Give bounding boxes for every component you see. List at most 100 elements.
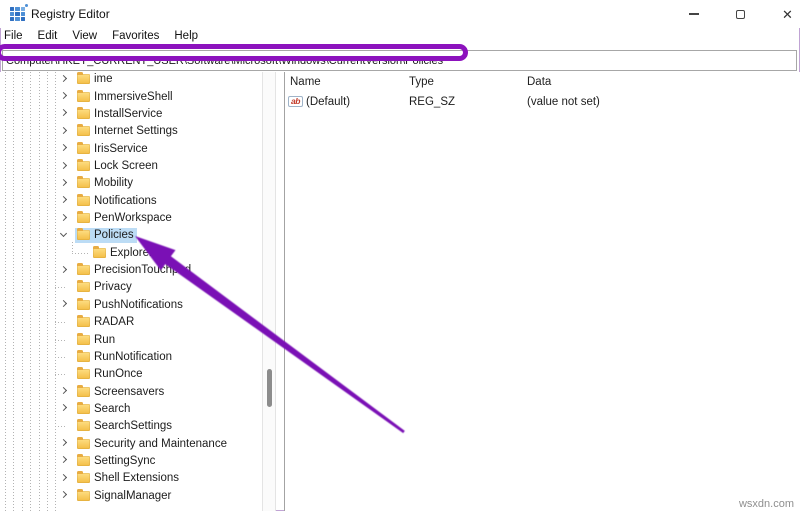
chevron-right-icon[interactable] xyxy=(59,300,68,308)
tree-item-content[interactable]: Lock Screen xyxy=(75,158,161,173)
tree-item-label: SignalManager xyxy=(94,489,172,502)
tree-item-run[interactable]: Run xyxy=(0,331,262,348)
tree-item-ime[interactable]: ime xyxy=(0,72,262,88)
chevron-right-icon[interactable] xyxy=(59,109,68,117)
chevron-right-icon[interactable] xyxy=(59,473,68,481)
tree-item-penworkspace[interactable]: PenWorkspace xyxy=(0,209,262,226)
tree-scrollbar-track[interactable] xyxy=(262,72,276,511)
tree-item-content[interactable]: Security and Maintenance xyxy=(75,436,230,451)
tree-item-content[interactable]: PenWorkspace xyxy=(75,210,175,225)
folder-icon xyxy=(77,106,90,119)
tree-item-label: Search xyxy=(94,402,131,415)
tree-item-explorer[interactable]: Explorer xyxy=(0,242,262,261)
folder-icon xyxy=(77,176,90,189)
tree-connector-line xyxy=(55,322,65,324)
chevron-right-icon[interactable] xyxy=(59,456,68,464)
tree-item-internet-settings[interactable]: Internet Settings xyxy=(0,123,262,140)
tree-item-shell-extensions[interactable]: Shell Extensions xyxy=(0,470,262,487)
tree-item-privacy[interactable]: Privacy xyxy=(0,279,262,296)
maximize-button[interactable] xyxy=(717,0,764,28)
minimize-button[interactable] xyxy=(670,0,717,28)
chevron-right-icon[interactable] xyxy=(59,265,68,273)
tree-item-content[interactable]: Search xyxy=(75,401,133,416)
tree-item-content[interactable]: ime xyxy=(75,72,116,87)
menu-item-file[interactable]: File xyxy=(4,30,23,42)
chevron-right-icon[interactable] xyxy=(59,126,68,134)
chevron-right-icon[interactable] xyxy=(59,92,68,100)
tree-item-irisservice[interactable]: IrisService xyxy=(0,140,262,157)
tree-item-search[interactable]: Search xyxy=(0,400,262,417)
tree-item-content[interactable]: Internet Settings xyxy=(75,124,181,139)
tree-item-content[interactable]: RunNotification xyxy=(75,349,175,364)
tree-item-content[interactable]: IrisService xyxy=(75,141,151,156)
tree-item-content[interactable]: InstallService xyxy=(75,106,165,121)
chevron-right-icon[interactable] xyxy=(59,178,68,186)
string-value-icon: ab xyxy=(288,96,303,107)
tree-item-content[interactable]: PushNotifications xyxy=(75,297,186,312)
watermark: wsxdn.com xyxy=(738,498,794,510)
folder-icon xyxy=(77,453,90,466)
tree-item-content-selected[interactable]: Policies xyxy=(75,227,137,244)
tree-item-label: ime xyxy=(94,73,113,86)
tree-item-content[interactable]: Notifications xyxy=(75,193,160,208)
column-header-name[interactable]: Name xyxy=(290,76,321,88)
window-controls: ✕ xyxy=(670,0,800,28)
tree-item-content[interactable]: Explorer xyxy=(91,245,156,260)
chevron-right-icon[interactable] xyxy=(59,74,68,82)
chevron-right-icon[interactable] xyxy=(59,491,68,499)
chevron-right-icon[interactable] xyxy=(59,404,68,412)
tree-item-content[interactable]: SettingSync xyxy=(75,453,158,468)
tree-item-content[interactable]: Shell Extensions xyxy=(75,471,182,486)
tree-item-runnotification[interactable]: RunNotification xyxy=(0,348,262,365)
tree-item-precisiontouchpad[interactable]: PrecisionTouchpad xyxy=(0,261,262,278)
tree-item-settingsync[interactable]: SettingSync xyxy=(0,452,262,469)
tree-scrollbar-thumb[interactable] xyxy=(267,369,272,407)
tree-item-content[interactable]: Privacy xyxy=(75,280,135,295)
tree-connector-line xyxy=(55,287,65,289)
tree-item-notifications[interactable]: Notifications xyxy=(0,192,262,209)
tree-item-searchsettings[interactable]: SearchSettings xyxy=(0,418,262,435)
tree-item-mobility[interactable]: Mobility xyxy=(0,175,262,192)
chevron-right-icon[interactable] xyxy=(59,196,68,204)
tree-item-content[interactable]: RunOnce xyxy=(75,367,146,382)
tree-item-content[interactable]: Run xyxy=(75,332,118,347)
tree-item-label: Privacy xyxy=(94,281,132,294)
folder-icon xyxy=(77,419,90,432)
tree-item-content[interactable]: ImmersiveShell xyxy=(75,89,176,104)
tree-item-content[interactable]: SignalManager xyxy=(75,488,174,503)
tree-item-content[interactable]: PrecisionTouchpad xyxy=(75,262,194,277)
tree-item-screensavers[interactable]: Screensavers xyxy=(0,383,262,400)
tree-item-installservice[interactable]: InstallService xyxy=(0,105,262,122)
menu-item-view[interactable]: View xyxy=(72,30,97,42)
tree-item-content[interactable]: SearchSettings xyxy=(75,419,175,434)
column-header-data[interactable]: Data xyxy=(527,76,551,88)
chevron-right-icon[interactable] xyxy=(59,161,68,169)
tree-item-runonce[interactable]: RunOnce xyxy=(0,366,262,383)
tree-item-signalmanager[interactable]: SignalManager xyxy=(0,487,262,504)
tree-item-lock-screen[interactable]: Lock Screen xyxy=(0,157,262,174)
chevron-right-icon[interactable] xyxy=(59,144,68,152)
chevron-down-icon[interactable] xyxy=(59,229,68,237)
chevron-right-icon[interactable] xyxy=(59,213,68,221)
menu-item-help[interactable]: Help xyxy=(174,30,198,42)
address-bar-input[interactable]: Computer\HKEY_CURRENT_USER\Software\Micr… xyxy=(2,50,797,71)
menu-item-favorites[interactable]: Favorites xyxy=(112,30,159,42)
close-button[interactable]: ✕ xyxy=(764,0,800,28)
tree-item-pushnotifications[interactable]: PushNotifications xyxy=(0,296,262,313)
maximize-icon xyxy=(736,9,745,19)
tree-item-radar[interactable]: RADAR xyxy=(0,314,262,331)
tree-item-policies[interactable]: Policies xyxy=(0,227,262,244)
menu-item-edit[interactable]: Edit xyxy=(38,30,58,42)
chevron-right-icon[interactable] xyxy=(59,439,68,447)
tree-item-security-and-maintenance[interactable]: Security and Maintenance xyxy=(0,435,262,452)
chevron-right-icon[interactable] xyxy=(59,387,68,395)
value-row-default[interactable]: ab (Default) REG_SZ (value not set) xyxy=(285,94,800,111)
tree-item-content[interactable]: RADAR xyxy=(75,315,137,330)
tree-item-label: SettingSync xyxy=(94,454,156,467)
column-header-type[interactable]: Type xyxy=(409,76,434,88)
tree-item-content[interactable]: Screensavers xyxy=(75,384,167,399)
tree-item-immersiveshell[interactable]: ImmersiveShell xyxy=(0,88,262,105)
tree-item-label: Shell Extensions xyxy=(94,472,180,485)
tree-item-label: Run xyxy=(94,333,116,346)
tree-item-content[interactable]: Mobility xyxy=(75,176,136,191)
